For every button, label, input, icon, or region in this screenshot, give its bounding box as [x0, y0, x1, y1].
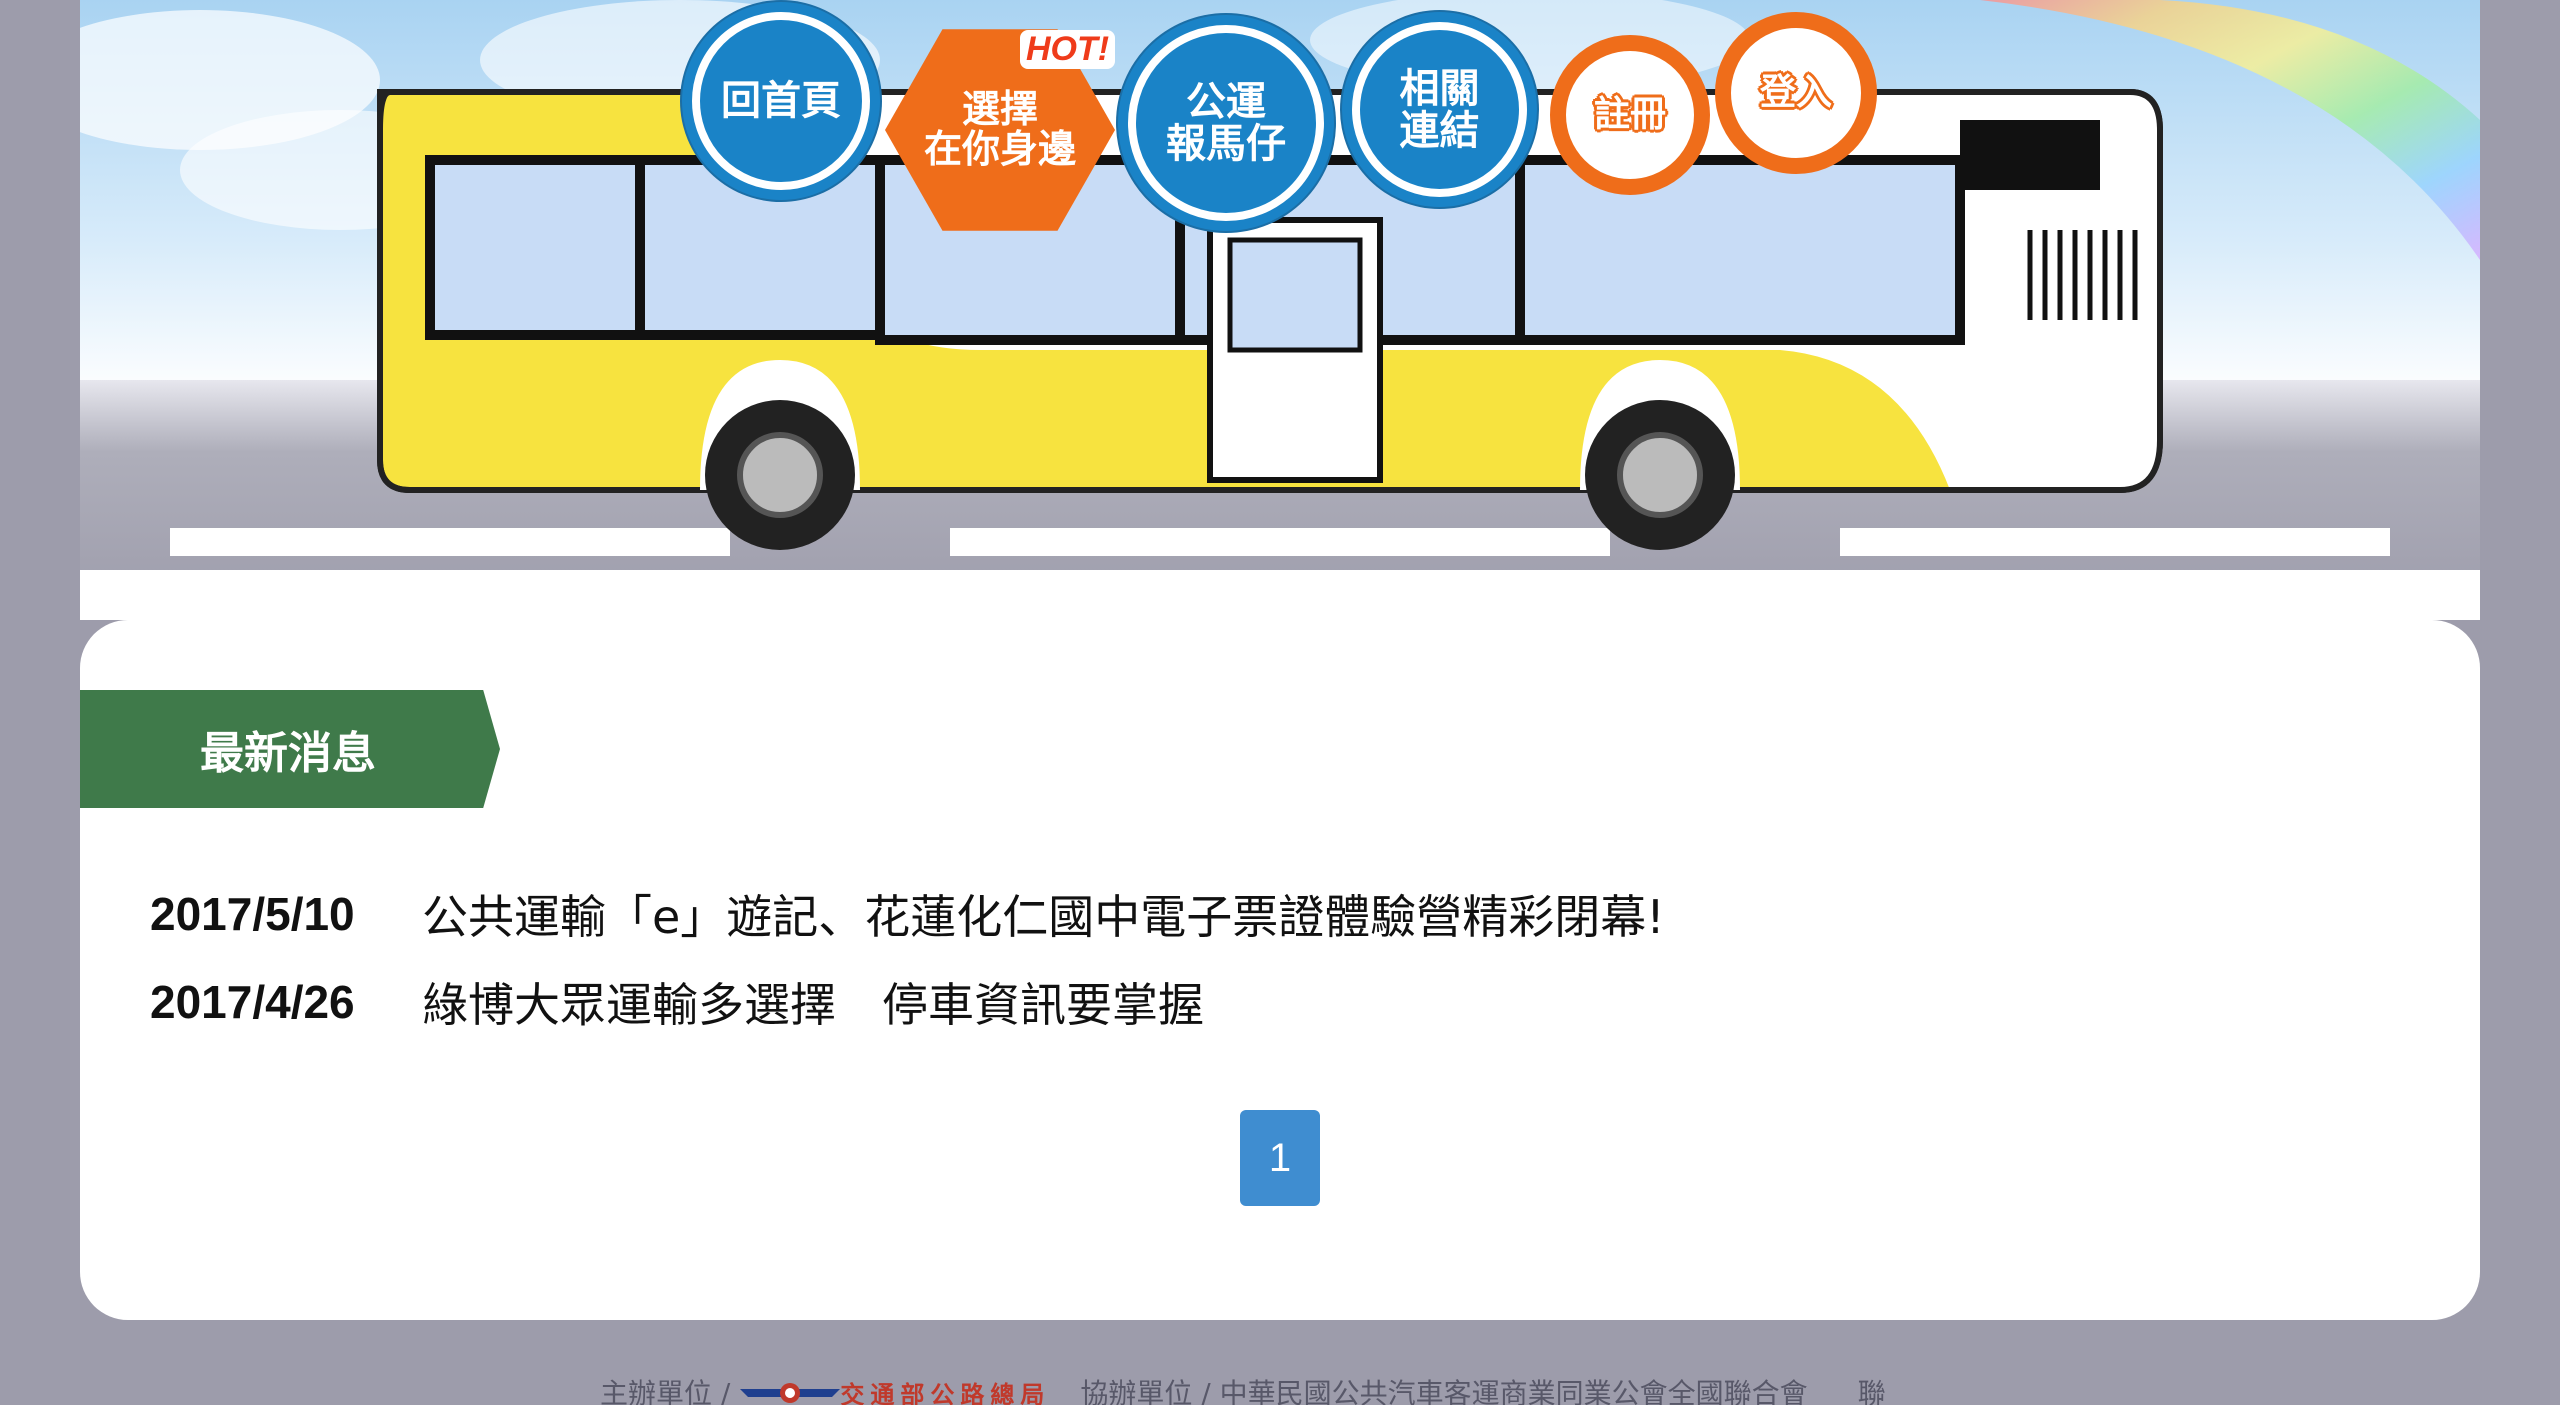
- home-button-label: 回首頁: [721, 78, 841, 124]
- reporter-button[interactable]: 公運 報馬仔: [1128, 25, 1324, 221]
- reporter-label-line2: 報馬仔: [1166, 121, 1286, 167]
- choose-nearby-label-line1: 選擇: [961, 87, 1038, 132]
- organizer-label: 主辦單位 /: [600, 1377, 731, 1405]
- login-button[interactable]: 登入: [1715, 12, 1877, 174]
- pagination-page-1[interactable]: 1: [1240, 1110, 1320, 1206]
- related-links-button[interactable]: 相關 連結: [1352, 22, 1527, 197]
- latest-news-heading: 最新消息: [80, 690, 500, 808]
- news-title-link[interactable]: 綠博大眾運輸多選擇 停車資訊要掌握: [422, 969, 1204, 1035]
- highway-bureau-emblem-icon: [740, 1383, 841, 1403]
- related-links-label-line1: 相關: [1399, 65, 1480, 112]
- reporter-label-line1: 公運: [1186, 79, 1266, 125]
- news-date: 2017/4/26: [150, 976, 355, 1028]
- choose-nearby-label: 選擇 在你身邊: [923, 87, 1076, 171]
- news-item[interactable]: 2017/5/10 公共運輸「e」遊記、花蓮化仁國中電子票證體驗營精彩閉幕!: [150, 870, 1665, 958]
- news-item[interactable]: 2017/4/26 綠博大眾運輸多選擇 停車資訊要掌握: [150, 958, 1665, 1046]
- reporter-label: 公運 報馬仔: [1166, 81, 1286, 165]
- news-date: 2017/5/10: [150, 888, 355, 940]
- choose-nearby-label-line2: 在你身邊: [923, 127, 1076, 171]
- highway-bureau-logo-text: 交通部公路總局: [840, 1380, 1051, 1405]
- page: 回首頁 選擇 在你身邊 HOT! 公運 報馬仔 相關 連結 註冊 登入 最新消息…: [0, 0, 2560, 1405]
- header-banner: 回首頁 選擇 在你身邊 HOT! 公運 報馬仔 相關 連結 註冊 登入: [80, 0, 2480, 620]
- footer-trailing-text: 聯: [1857, 1377, 1886, 1405]
- register-label: 註冊: [1593, 94, 1666, 136]
- register-button[interactable]: 註冊: [1550, 35, 1710, 195]
- home-button[interactable]: 回首頁: [692, 12, 870, 190]
- co-organizer-label: 協辦單位 / 中華民國公共汽車客運商業同業公會全國聯合會: [1080, 1377, 1808, 1405]
- news-list: 2017/5/10 公共運輸「e」遊記、花蓮化仁國中電子票證體驗營精彩閉幕! 2…: [150, 870, 1665, 1046]
- latest-news-heading-text: 最新消息: [200, 728, 376, 779]
- highway-bureau-logo: 交通部公路總局: [740, 1375, 1050, 1405]
- related-links-label: 相關 連結: [1400, 68, 1480, 152]
- news-title-link[interactable]: 公共運輸「e」遊記、花蓮化仁國中電子票證體驗營精彩閉幕!: [422, 881, 1665, 947]
- footer: 主辦單位 / 交通部公路總局 協辦單位 / 中華民國公共汽車客運商業同業公會全國…: [600, 1372, 1886, 1405]
- related-links-label-line2: 連結: [1399, 107, 1480, 154]
- hot-badge: HOT!: [1020, 30, 1116, 69]
- login-label: 登入: [1759, 72, 1832, 114]
